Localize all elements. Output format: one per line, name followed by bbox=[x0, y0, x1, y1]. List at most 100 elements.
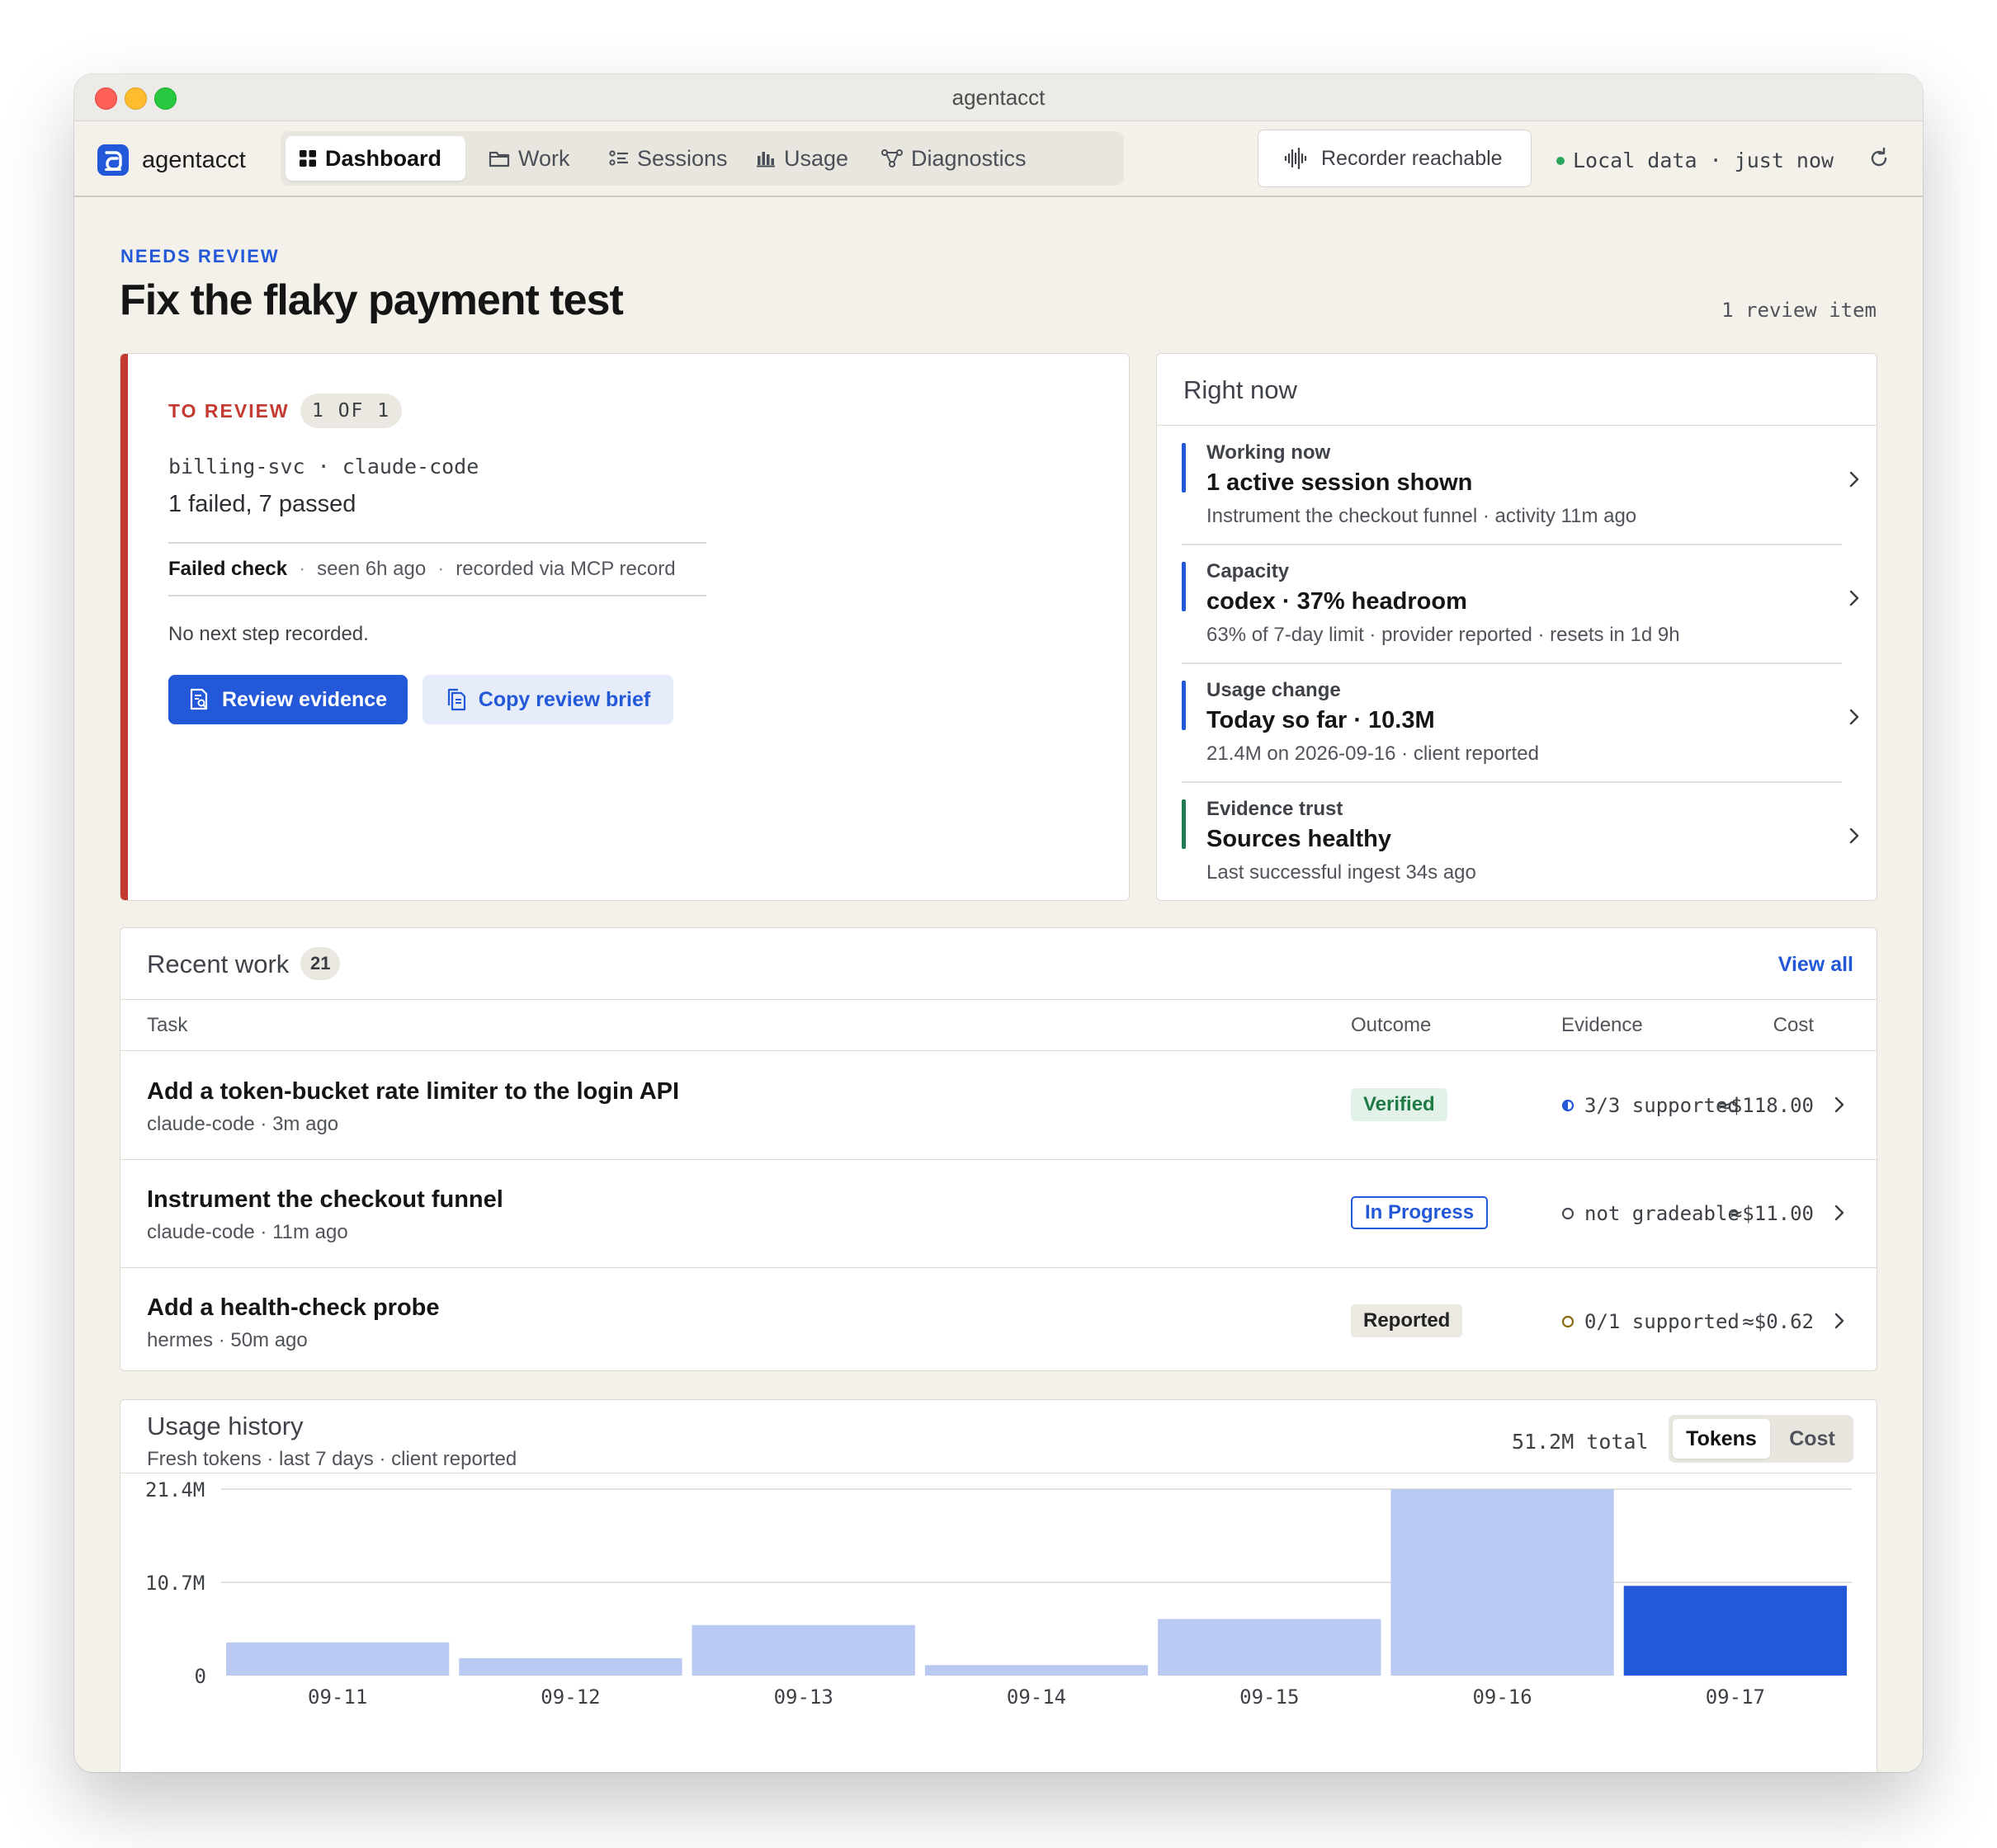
bar-09-14[interactable] bbox=[924, 1665, 1149, 1676]
row-cost: ≈$11.00 bbox=[1730, 1202, 1814, 1225]
chevron-right-icon bbox=[1834, 1096, 1844, 1113]
x-tick-label: 09-15 bbox=[1239, 1685, 1299, 1709]
review-label: TO REVIEW bbox=[168, 400, 290, 422]
right-now-item-working[interactable]: Working now 1 active session shown Instr… bbox=[1182, 427, 1859, 545]
empty-circle-icon bbox=[1561, 1315, 1574, 1328]
right-now-item-capacity[interactable]: Capacity codex · 37% headroom 63% of 7-d… bbox=[1182, 545, 1859, 664]
column-header-outcome: Outcome bbox=[1351, 1014, 1432, 1036]
nav-tab-label: Dashboard bbox=[325, 145, 442, 171]
list-icon bbox=[609, 150, 628, 166]
usage-bar-chart: 0 10.7M 21.4M 09-11 09-12 09-13 09-14 09-15 09-1… bbox=[145, 1478, 1852, 1709]
toggle-cost[interactable]: Cost bbox=[1774, 1419, 1850, 1459]
empty-circle-icon bbox=[1561, 1207, 1574, 1220]
item-detail: 21.4M on 2026-09-16 · client reported bbox=[1206, 742, 1539, 765]
bar-09-12[interactable] bbox=[459, 1657, 682, 1676]
top-bar: agentacct Dashboard Work Sessions Usage … bbox=[74, 121, 1923, 197]
right-now-title: Right now bbox=[1183, 375, 1297, 404]
bar-09-16[interactable] bbox=[1390, 1489, 1614, 1676]
review-accent-bar bbox=[120, 354, 128, 900]
right-now-item-usage-change[interactable]: Usage change Today so far · 10.3M 21.4M … bbox=[1182, 664, 1859, 783]
status-dot-icon bbox=[1556, 156, 1565, 165]
title-bar: agentacct bbox=[74, 74, 1923, 121]
row-task: Add a token-bucket rate limiter to the l… bbox=[147, 1078, 680, 1105]
evidence-label: 0/1 supported bbox=[1584, 1310, 1740, 1333]
x-tick-label: 09-13 bbox=[774, 1685, 833, 1709]
review-position-badge: 1 OF 1 bbox=[300, 394, 403, 428]
item-headline: codex · 37% headroom bbox=[1206, 588, 1467, 615]
y-tick-label: 21.4M bbox=[145, 1478, 205, 1502]
view-all-link[interactable]: View all bbox=[1778, 953, 1853, 977]
grid-icon bbox=[300, 150, 316, 167]
window-title: agentacct bbox=[951, 85, 1046, 110]
recorder-status-label: Recorder reachable bbox=[1321, 146, 1503, 170]
page-title: Fix the flaky payment test bbox=[120, 276, 624, 324]
local-data-label: Local data · just now bbox=[1573, 148, 1834, 172]
half-circle-icon bbox=[1561, 1099, 1574, 1112]
toggle-tokens[interactable]: Tokens bbox=[1673, 1419, 1770, 1459]
chevron-right-icon bbox=[1834, 1204, 1844, 1221]
row-cost: ≈$0.62 bbox=[1742, 1310, 1814, 1333]
check-seen: seen 6h ago bbox=[317, 558, 427, 580]
item-label: Usage change bbox=[1206, 679, 1341, 701]
app-window: agentacct agentacct Dashboard Work Sessi… bbox=[74, 74, 1923, 1772]
row-cost: ≈$118.00 bbox=[1718, 1094, 1814, 1117]
nav-tab-sessions[interactable]: Sessions bbox=[596, 136, 734, 181]
bar-09-15[interactable] bbox=[1158, 1619, 1381, 1676]
nav-tab-dashboard[interactable]: Dashboard bbox=[286, 136, 465, 181]
outcome-badge: Reported bbox=[1351, 1304, 1463, 1337]
row-evidence: 0/1 supported bbox=[1561, 1310, 1740, 1333]
recorder-status-button[interactable]: Recorder reachable bbox=[1258, 130, 1532, 187]
refresh-icon[interactable] bbox=[1867, 146, 1891, 171]
x-tick-label: 09-12 bbox=[541, 1685, 600, 1709]
nav-tab-usage[interactable]: Usage bbox=[743, 136, 858, 181]
bar-09-17[interactable] bbox=[1623, 1586, 1847, 1676]
evidence-label: not gradeable bbox=[1584, 1202, 1740, 1225]
recent-work-count: 21 bbox=[300, 947, 341, 980]
waveform-icon bbox=[1284, 147, 1307, 170]
row-meta: hermes · 50m ago bbox=[147, 1329, 308, 1351]
check-name: Failed check bbox=[168, 558, 288, 580]
main-nav: Dashboard Work Sessions Usage Diagnostic… bbox=[281, 131, 1124, 186]
item-label: Evidence trust bbox=[1206, 798, 1343, 820]
table-row[interactable]: Add a health-check probe hermes · 50m ag… bbox=[120, 1268, 1877, 1370]
recent-work-title: Recent work bbox=[147, 950, 290, 978]
x-tick-label: 09-11 bbox=[308, 1685, 367, 1709]
right-now-card: Right now Working now 1 active session s… bbox=[1156, 353, 1877, 901]
review-evidence-button[interactable]: Review evidence bbox=[168, 675, 408, 724]
nav-tab-label: Usage bbox=[784, 145, 849, 171]
network-icon bbox=[881, 149, 903, 167]
column-header-evidence: Evidence bbox=[1561, 1014, 1643, 1036]
row-task: Add a health-check probe bbox=[147, 1294, 440, 1321]
chevron-right-icon bbox=[1834, 1313, 1844, 1329]
copy-icon bbox=[447, 688, 465, 711]
copy-review-brief-button[interactable]: Copy review brief bbox=[423, 675, 673, 724]
usage-history-card: Usage history Fresh tokens · last 7 days… bbox=[120, 1399, 1877, 1772]
table-row[interactable]: Instrument the checkout funnel claude-co… bbox=[120, 1160, 1877, 1267]
item-headline: 1 active session shown bbox=[1206, 469, 1473, 496]
bar-09-13[interactable] bbox=[692, 1624, 915, 1676]
item-headline: Today so far · 10.3M bbox=[1206, 707, 1435, 733]
folder-icon bbox=[489, 151, 510, 167]
y-tick-label: 0 bbox=[195, 1665, 206, 1688]
column-header-task: Task bbox=[147, 1014, 188, 1036]
item-detail: Instrument the checkout funnel · activit… bbox=[1206, 505, 1637, 527]
usage-total: 51.2M total bbox=[1512, 1430, 1649, 1454]
copy-review-brief-label: Copy review brief bbox=[478, 687, 651, 711]
nav-tab-work[interactable]: Work bbox=[475, 136, 584, 181]
row-meta: claude-code · 11m ago bbox=[147, 1221, 348, 1243]
review-evidence-label: Review evidence bbox=[221, 687, 388, 711]
usage-history-title: Usage history bbox=[147, 1412, 304, 1440]
app-logo-icon bbox=[97, 144, 129, 176]
y-tick-label: 10.7M bbox=[145, 1572, 205, 1595]
item-detail: Last successful ingest 34s ago bbox=[1206, 861, 1476, 884]
review-result: 1 failed, 7 passed bbox=[168, 491, 356, 517]
right-now-item-evidence-trust[interactable]: Evidence trust Sources healthy Last succ… bbox=[1182, 783, 1859, 900]
bar-09-11[interactable] bbox=[226, 1642, 450, 1676]
outcome-badge: Verified bbox=[1351, 1088, 1447, 1121]
table-row[interactable]: Add a token-bucket rate limiter to the l… bbox=[120, 1052, 1877, 1159]
metric-toggle: Tokens Cost bbox=[1669, 1415, 1853, 1463]
row-task: Instrument the checkout funnel bbox=[147, 1186, 503, 1213]
nav-tab-diagnostics[interactable]: Diagnostics bbox=[868, 136, 1041, 181]
document-search-icon bbox=[190, 688, 208, 710]
recent-work-card: Recent work 21 View all Task Outcome Evi… bbox=[120, 927, 1877, 1371]
